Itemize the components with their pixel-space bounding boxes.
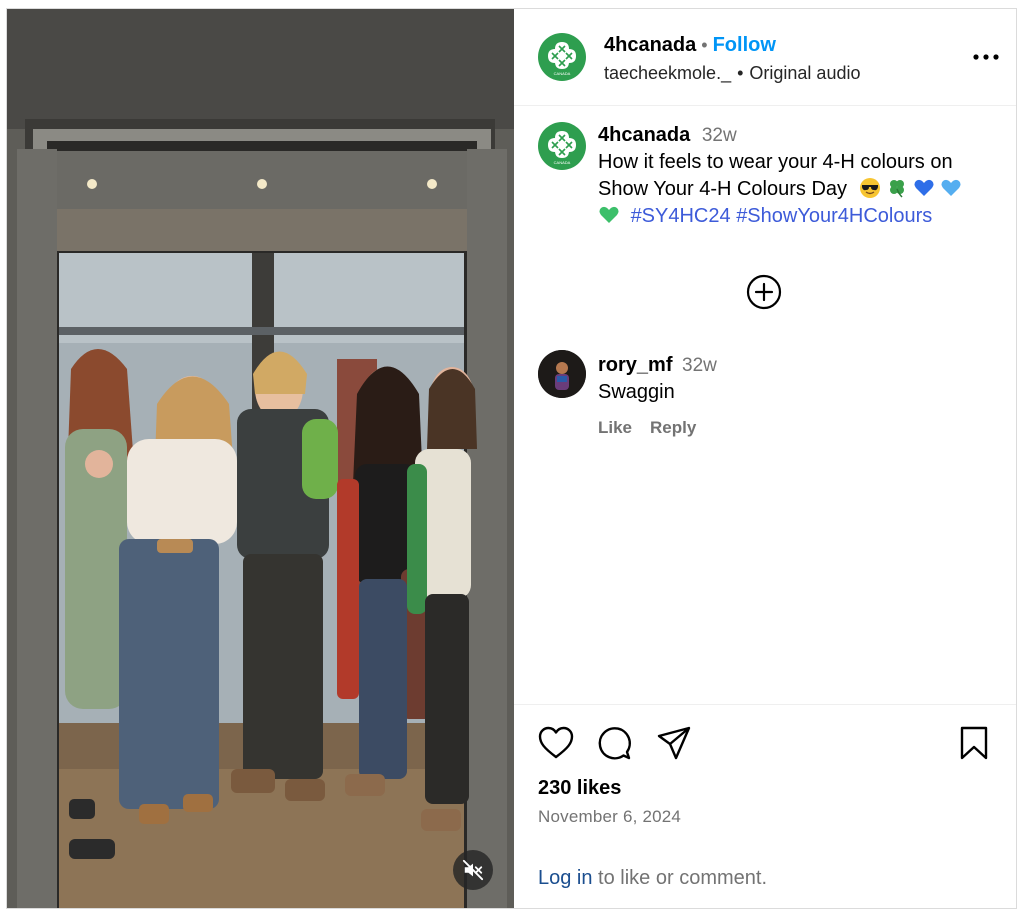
follow-button[interactable]: Follow (713, 34, 776, 57)
login-prompt: Log in to like or comment. (538, 867, 767, 890)
post-video[interactable] (7, 9, 514, 908)
dot-separator: • (737, 63, 744, 83)
comment-body: rory_mf 32w Swaggin (598, 352, 998, 406)
audio-row: taecheekmole._ • Original audio (604, 63, 860, 84)
video-frame-image (7, 9, 514, 908)
likes-count[interactable]: 230 likes (538, 777, 621, 800)
comment-reply-button[interactable]: Reply (650, 418, 696, 438)
green-heart-icon (599, 206, 619, 223)
header-name-row: 4hcanada • Follow (604, 34, 776, 57)
more-options-button[interactable] (972, 45, 1000, 69)
hashtag-link[interactable]: #ShowYour4HColours (736, 205, 932, 227)
caption-username[interactable]: 4hcanada (598, 124, 690, 146)
4h-clover-logo-icon: CANADA (548, 42, 576, 76)
post-header: CANADA 4hcanada • Follow taecheekmole._ … (514, 9, 1016, 106)
logo-caption: CANADA (554, 71, 571, 76)
comment-icon (598, 727, 631, 760)
bookmark-icon (960, 726, 988, 760)
login-link[interactable]: Log in (538, 867, 593, 889)
muted-speaker-icon (462, 859, 484, 881)
commenter-avatar[interactable] (538, 350, 586, 398)
four-leaf-clover-icon (889, 180, 904, 198)
post-side-panel: CANADA 4hcanada • Follow taecheekmole._ … (514, 9, 1016, 908)
comment-like-button[interactable]: Like (598, 418, 632, 438)
plus-circle-icon (746, 274, 782, 310)
audio-label-link[interactable]: Original audio (749, 63, 860, 84)
share-icon (657, 726, 691, 760)
account-avatar[interactable]: CANADA (538, 33, 586, 81)
dot-separator: • (701, 35, 708, 55)
like-button[interactable] (536, 723, 576, 763)
caption-avatar[interactable]: CANADA (538, 122, 586, 170)
caption-text-block: 4hcanada 32w How it feels to wear your 4… (598, 122, 998, 230)
share-button[interactable] (654, 723, 694, 763)
commenter-username[interactable]: rory_mf (598, 354, 672, 376)
comment-actions: Like Reply (598, 418, 696, 438)
smiling-face-with-sunglasses-icon (859, 178, 880, 198)
audio-user-link[interactable]: taecheekmole._ (604, 63, 731, 84)
comment-button[interactable] (594, 723, 634, 763)
save-button[interactable] (954, 723, 994, 763)
logo-caption: CANADA (554, 160, 571, 165)
avatar-image (538, 350, 586, 398)
blue-heart-icon (914, 179, 934, 196)
post-date[interactable]: November 6, 2024 (538, 807, 681, 827)
caption-timestamp[interactable]: 32w (702, 125, 737, 146)
post-footer: 230 likes November 6, 2024 Log in to lik… (514, 704, 1016, 908)
comment-timestamp[interactable]: 32w (682, 355, 717, 376)
more-options-icon (973, 54, 999, 60)
post-username[interactable]: 4hcanada (604, 34, 696, 57)
comments-section: CANADA 4hcanada 32w How it feels to wear… (514, 106, 1016, 704)
action-bar (536, 723, 996, 767)
comment-text: Swaggin (598, 381, 675, 403)
mute-toggle-button[interactable] (453, 850, 493, 890)
hashtag-link[interactable]: #SY4HC24 (631, 205, 731, 227)
post-dialog: CANADA 4hcanada • Follow taecheekmole._ … (6, 8, 1017, 909)
login-prompt-text: to like or comment. (592, 867, 768, 889)
light-blue-heart-icon (941, 179, 961, 196)
4h-clover-logo-icon: CANADA (548, 131, 576, 165)
load-more-comments-button[interactable] (746, 274, 782, 310)
heart-icon (538, 726, 574, 759)
